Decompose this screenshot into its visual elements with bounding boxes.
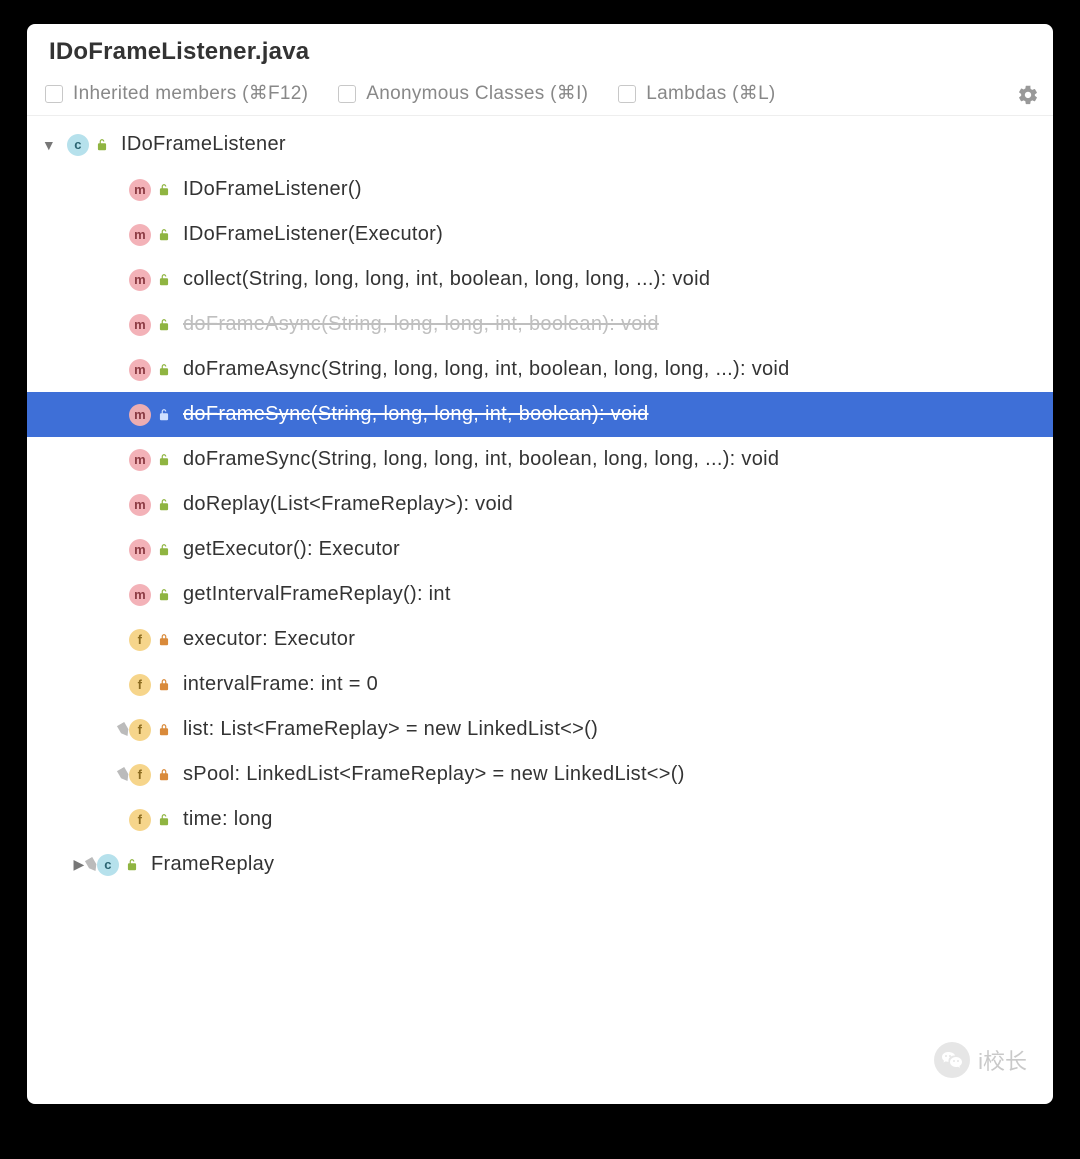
- checkbox-icon: [618, 85, 636, 103]
- unlock-icon: [157, 317, 173, 333]
- toolbar: Inherited members (⌘F12) Anonymous Class…: [27, 76, 1053, 116]
- method-icon: m: [129, 404, 151, 426]
- tree-row[interactable]: m collect(String, long, long, int, boolea…: [27, 257, 1053, 302]
- watermark-text: i校长: [978, 1044, 1027, 1076]
- method-icon: m: [129, 449, 151, 471]
- tree-row[interactable]: f executor: Executor: [27, 617, 1053, 662]
- class-icon: c: [97, 854, 119, 876]
- tree-row[interactable]: m IDoFrameListener(Executor): [27, 212, 1053, 257]
- method-icon: m: [129, 584, 151, 606]
- expand-icon[interactable]: ▶: [69, 856, 89, 873]
- unlock-icon: [157, 227, 173, 243]
- unlock-icon: [157, 272, 173, 288]
- anonymous-classes-label: Anonymous Classes (⌘I): [366, 82, 588, 105]
- method-icon: m: [129, 269, 151, 291]
- tree-item-label: doFrameSync(String, long, long, int, boo…: [183, 403, 649, 426]
- tree-row[interactable]: m doFrameAsync(String, long, long, int, b…: [27, 347, 1053, 392]
- method-icon: m: [129, 224, 151, 246]
- gear-icon: [1017, 83, 1039, 105]
- tree-item-label: getIntervalFrameReplay(): int: [183, 583, 451, 606]
- tree-row[interactable]: ▶ c FrameReplay: [27, 842, 1053, 887]
- tree-item-label: intervalFrame: int = 0: [183, 673, 378, 696]
- tree-item-label: FrameReplay: [151, 853, 274, 876]
- tree-row[interactable]: f time: long: [27, 797, 1053, 842]
- tree-row[interactable]: m getIntervalFrameReplay(): int: [27, 572, 1053, 617]
- tree-row[interactable]: m doFrameSync(String, long, long, int, bo…: [27, 392, 1053, 437]
- wechat-icon: [934, 1042, 970, 1078]
- file-structure-panel: IDoFrameListener.java Inherited members …: [27, 24, 1053, 1104]
- lock-icon: [157, 722, 173, 738]
- tree-item-label: doFrameSync(String, long, long, int, boo…: [183, 448, 779, 471]
- tree-item-label: doFrameAsync(String, long, long, int, bo…: [183, 313, 659, 336]
- tree-item-label: executor: Executor: [183, 628, 355, 651]
- checkbox-icon: [338, 85, 356, 103]
- method-icon: m: [129, 359, 151, 381]
- lock-icon: [157, 767, 173, 783]
- tree-item-label: collect(String, long, long, int, boolean…: [183, 268, 710, 291]
- title-bar: IDoFrameListener.java: [27, 24, 1053, 76]
- unlock-icon: [157, 362, 173, 378]
- inherited-members-toggle[interactable]: Inherited members (⌘F12): [45, 82, 308, 105]
- tree-item-label: sPool: LinkedList<FrameReplay> = new Lin…: [183, 763, 685, 786]
- tree-row[interactable]: m IDoFrameListener(): [27, 167, 1053, 212]
- checkbox-icon: [45, 85, 63, 103]
- tree-item-label: list: List<FrameReplay> = new LinkedList…: [183, 718, 598, 741]
- class-icon: c: [67, 134, 89, 156]
- anonymous-classes-toggle[interactable]: Anonymous Classes (⌘I): [338, 82, 588, 105]
- field-icon: f: [129, 719, 151, 741]
- tree-item-label: doFrameAsync(String, long, long, int, bo…: [183, 358, 790, 381]
- lambdas-toggle[interactable]: Lambdas (⌘L): [618, 82, 775, 105]
- tree-item-label: getExecutor(): Executor: [183, 538, 400, 561]
- tree-item-label: time: long: [183, 808, 273, 831]
- unlock-icon: [157, 407, 173, 423]
- method-icon: m: [129, 314, 151, 336]
- structure-tree: ▼ c IDoFrameListener m IDoFrameListener() m ID…: [27, 116, 1053, 907]
- lock-icon: [157, 632, 173, 648]
- tree-row[interactable]: m doFrameAsync(String, long, long, int, b…: [27, 302, 1053, 347]
- unlock-icon: [157, 182, 173, 198]
- settings-button[interactable]: [1017, 83, 1039, 105]
- tree-row[interactable]: f intervalFrame: int = 0: [27, 662, 1053, 707]
- watermark: i校长: [934, 1042, 1027, 1078]
- field-icon: f: [129, 674, 151, 696]
- unlock-icon: [157, 542, 173, 558]
- tree-item-label: doReplay(List<FrameReplay>): void: [183, 493, 513, 516]
- collapse-icon[interactable]: ▼: [39, 137, 59, 153]
- method-icon: m: [129, 494, 151, 516]
- tree-row[interactable]: f sPool: LinkedList<FrameReplay> = new Li…: [27, 752, 1053, 797]
- tree-item-label: IDoFrameListener(Executor): [183, 223, 443, 246]
- method-icon: m: [129, 179, 151, 201]
- tree-row[interactable]: m doFrameSync(String, long, long, int, bo…: [27, 437, 1053, 482]
- field-icon: f: [129, 764, 151, 786]
- field-icon: f: [129, 809, 151, 831]
- unlock-icon: [157, 452, 173, 468]
- unlock-icon: [95, 137, 111, 153]
- unlock-icon: [157, 812, 173, 828]
- inherited-members-label: Inherited members (⌘F12): [73, 82, 308, 105]
- tree-row[interactable]: m doReplay(List<FrameReplay>): void: [27, 482, 1053, 527]
- field-icon: f: [129, 629, 151, 651]
- tree-row[interactable]: ▼ c IDoFrameListener: [27, 122, 1053, 167]
- unlock-icon: [157, 497, 173, 513]
- tree-item-label: IDoFrameListener(): [183, 178, 362, 201]
- tree-row[interactable]: m getExecutor(): Executor: [27, 527, 1053, 572]
- unlock-icon: [157, 587, 173, 603]
- tree-row[interactable]: f list: List<FrameReplay> = new LinkedLis…: [27, 707, 1053, 752]
- unlock-icon: [125, 857, 141, 873]
- tree-item-label: IDoFrameListener: [121, 133, 286, 156]
- lock-icon: [157, 677, 173, 693]
- method-icon: m: [129, 539, 151, 561]
- file-title: IDoFrameListener.java: [49, 38, 1031, 66]
- lambdas-label: Lambdas (⌘L): [646, 82, 775, 105]
